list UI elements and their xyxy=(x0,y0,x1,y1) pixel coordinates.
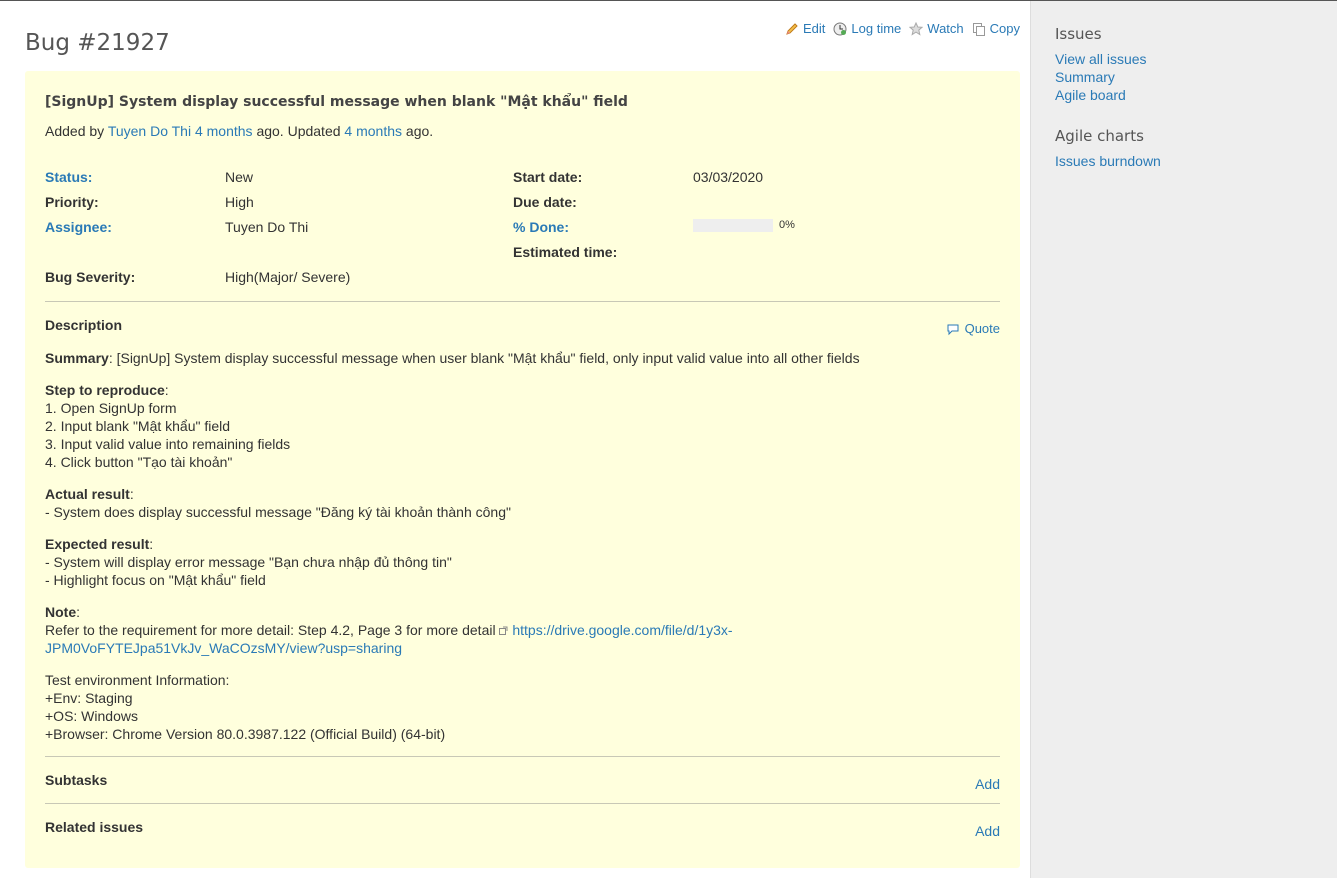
start-date-label: Start date: xyxy=(513,169,583,185)
divider xyxy=(45,301,1000,302)
env-line: Test environment Information: xyxy=(45,672,230,688)
external-link-icon xyxy=(499,626,508,635)
expected-label: Expected result xyxy=(45,536,150,552)
copy-icon xyxy=(972,22,985,36)
note-paragraph: Note: Refer to the requirement for more … xyxy=(45,603,985,657)
updated-prefix: ago. Updated xyxy=(256,123,341,139)
divider xyxy=(45,756,1000,757)
issue-panel: [SignUp] System display successful messa… xyxy=(25,71,1020,868)
note-link[interactable]: https://drive.google.com/file/d/1y3x- xyxy=(512,622,732,638)
priority-label: Priority: xyxy=(45,194,99,210)
done-value: 0% xyxy=(779,219,795,231)
done-progress-bar xyxy=(693,219,773,232)
main-content: Edit Log time Watch Copy Bug #21927 [Sig… xyxy=(0,1,1030,878)
steps-paragraph: Step to reproduce: 1. Open SignUp form 2… xyxy=(45,381,985,471)
summary-label: Summary xyxy=(45,350,109,366)
description-heading: Description xyxy=(45,317,123,333)
updated-ago-link[interactable]: 4 months xyxy=(344,123,402,139)
colon: : xyxy=(76,604,81,620)
sidebar-agile-charts-heading: Agile charts xyxy=(1055,127,1144,145)
copy-button[interactable]: Copy xyxy=(972,21,1020,36)
add-related-issue-button[interactable]: Add xyxy=(975,823,1000,839)
env-line: +OS: Windows xyxy=(45,708,138,724)
env-paragraph: Test environment Information: +Env: Stag… xyxy=(45,671,985,743)
summary-paragraph: Summary: [SignUp] System display success… xyxy=(45,349,985,367)
quote-label: Quote xyxy=(964,321,1000,336)
issue-subject: [SignUp] System display successful messa… xyxy=(45,94,628,110)
issue-author-line: Added by Tuyen Do Thi 4 months ago. Upda… xyxy=(45,123,433,139)
env-line: +Browser: Chrome Version 80.0.3987.122 (… xyxy=(45,726,446,742)
estimated-time-label: Estimated time: xyxy=(513,244,618,260)
sidebar-link-summary[interactable]: Summary xyxy=(1055,69,1115,85)
priority-value: High xyxy=(225,194,254,210)
env-line: +Env: Staging xyxy=(45,690,133,706)
pencil-icon xyxy=(786,22,798,35)
colon: : xyxy=(149,536,154,552)
watch-label: Watch xyxy=(927,21,964,36)
log-time-button[interactable]: Log time xyxy=(833,21,901,36)
status-label[interactable]: Status: xyxy=(45,169,92,185)
note-link-continued[interactable]: JPM0VoFYTEJpa51VkJv_WaCOzsMY/view?usp=sh… xyxy=(45,640,402,656)
watch-button[interactable]: Watch xyxy=(909,21,964,36)
sidebar-link-agile-board[interactable]: Agile board xyxy=(1055,87,1126,103)
assignee-value[interactable]: Tuyen Do Thi xyxy=(225,219,308,235)
steps-label: Step to reproduce xyxy=(45,382,165,398)
note-text: Refer to the requirement for more detail… xyxy=(45,622,496,638)
step-item: 4. Click button "Tạo tài khoản" xyxy=(45,454,233,470)
actual-item: - System does display successful message… xyxy=(45,504,511,520)
author-link[interactable]: Tuyen Do Thi xyxy=(108,123,191,139)
sidebar-issues-heading: Issues xyxy=(1055,25,1102,43)
done-label[interactable]: % Done: xyxy=(513,219,569,235)
bug-severity-value: High(Major/ Severe) xyxy=(225,269,351,285)
sidebar: Issues View all issues Summary Agile boa… xyxy=(1030,1,1337,878)
star-icon xyxy=(909,21,924,36)
note-label: Note xyxy=(45,604,77,620)
updated-suffix: ago. xyxy=(405,123,434,139)
step-item: 3. Input valid value into remaining fiel… xyxy=(45,436,291,452)
edit-button[interactable]: Edit xyxy=(785,21,825,36)
edit-label: Edit xyxy=(803,21,826,36)
subtasks-heading: Subtasks xyxy=(45,772,108,788)
expected-item: - Highlight focus on "Mật khẩu" field xyxy=(45,572,266,588)
author-prefix: Added by xyxy=(45,123,105,139)
start-date-value: 03/03/2020 xyxy=(693,169,764,185)
quote-button[interactable]: Quote xyxy=(946,321,1000,336)
copy-label: Copy xyxy=(989,21,1020,36)
add-subtask-button[interactable]: Add xyxy=(975,776,1000,792)
speech-bubble-icon xyxy=(947,324,959,335)
related-issues-heading: Related issues xyxy=(45,819,144,835)
summary-text: : [SignUp] System display successful mes… xyxy=(108,350,860,366)
assignee-label[interactable]: Assignee: xyxy=(45,219,112,235)
clock-icon xyxy=(833,22,847,35)
divider xyxy=(45,803,1000,804)
bug-severity-label: Bug Severity: xyxy=(45,269,136,285)
step-item: 1. Open SignUp form xyxy=(45,400,177,416)
actual-paragraph: Actual result: - System does display suc… xyxy=(45,485,985,521)
page-title: Bug #21927 xyxy=(25,30,170,56)
sidebar-link-issues-burndown[interactable]: Issues burndown xyxy=(1055,153,1161,169)
actual-label: Actual result xyxy=(45,486,130,502)
colon: : xyxy=(164,382,169,398)
colon: : xyxy=(129,486,134,502)
expected-paragraph: Expected result: - System will display e… xyxy=(45,535,985,589)
sidebar-link-view-all-issues[interactable]: View all issues xyxy=(1055,51,1147,67)
created-ago-link[interactable]: 4 months xyxy=(195,123,253,139)
status-value: New xyxy=(225,169,254,185)
issue-actions: Edit Log time Watch Copy xyxy=(785,21,1020,36)
log-time-label: Log time xyxy=(851,21,902,36)
step-item: 2. Input blank "Mật khẩu" field xyxy=(45,418,231,434)
description-body: Summary: [SignUp] System display success… xyxy=(45,349,985,757)
expected-item: - System will display error message "Bạn… xyxy=(45,554,452,570)
due-date-label: Due date: xyxy=(513,194,577,210)
